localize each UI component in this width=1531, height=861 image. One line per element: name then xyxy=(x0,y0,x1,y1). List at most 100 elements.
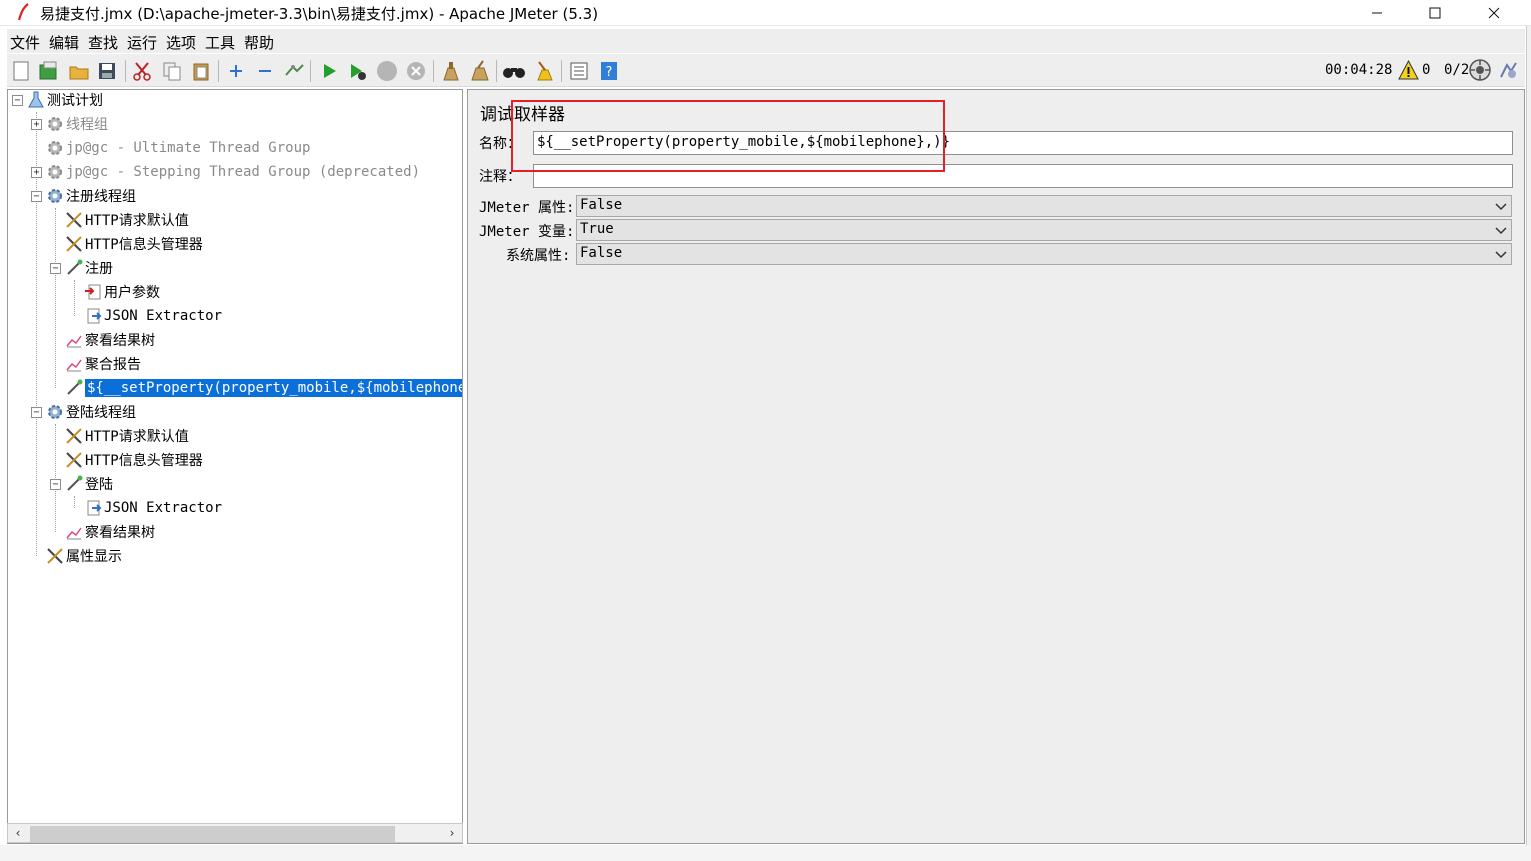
jmeter-properties-select[interactable]: False xyxy=(576,195,1512,217)
toolbar-separator xyxy=(125,60,126,82)
tree-node-aggregate-report[interactable]: 聚合报告 xyxy=(65,353,141,375)
toolbar-separator xyxy=(218,60,219,82)
menu-bar: 文件 编辑 查找 运行 选项 工具 帮助 xyxy=(7,29,1525,53)
tree-node-register-sampler[interactable]: 注册 xyxy=(65,257,113,279)
play-no-timers-icon xyxy=(351,64,366,80)
menu-run[interactable]: 运行 xyxy=(127,32,157,53)
scroll-right-arrow-icon[interactable]: › xyxy=(444,825,460,841)
warning-icon[interactable] xyxy=(1398,60,1419,80)
background-window-strip xyxy=(0,845,1531,861)
tree-node-view-results-tree[interactable]: 察看结果树 xyxy=(65,329,155,351)
jmeter-properties-label: JMeter 属性: xyxy=(479,200,575,216)
tree-node-http-header-manager[interactable]: HTTP信息头管理器 xyxy=(65,233,203,255)
menu-file[interactable]: 文件 xyxy=(10,32,40,53)
log-viewer-icon[interactable] xyxy=(1497,59,1519,81)
toolbar: ? 00:04:28 0 0/2 xyxy=(7,54,1525,87)
wrench-icon xyxy=(65,451,83,469)
tree-node-stepping-thread-group[interactable]: jp@gc - Stepping Thread Group (deprecate… xyxy=(46,161,420,183)
tree-node-debug-sampler[interactable]: ${__setProperty(property_mobile,${mobile… xyxy=(65,377,462,399)
tree-node-http-defaults[interactable]: HTTP请求默认值 xyxy=(65,209,189,231)
tree-node-register-thread-group[interactable]: 注册线程组 xyxy=(46,185,136,207)
collapse-toggle[interactable]: − xyxy=(31,191,42,202)
broom-icon xyxy=(443,62,459,81)
open-button[interactable] xyxy=(67,59,91,83)
tree-node-login-sampler[interactable]: 登陆 xyxy=(65,473,113,495)
templates-button[interactable] xyxy=(37,59,61,83)
tree-node-http-defaults[interactable]: HTTP请求默认值 xyxy=(65,425,189,447)
minus-icon xyxy=(259,70,271,72)
minimize-icon xyxy=(1372,12,1382,14)
gear-icon xyxy=(46,139,64,157)
copy-button[interactable] xyxy=(160,59,184,83)
menu-search[interactable]: 查找 xyxy=(88,32,118,53)
tree-node-ultimate-thread-group[interactable]: jp@gc - Ultimate Thread Group xyxy=(46,137,310,159)
tree-horizontal-scrollbar[interactable]: ‹ › xyxy=(7,823,463,843)
paste-button[interactable] xyxy=(189,59,213,83)
annotation-highlight-box xyxy=(511,100,945,172)
scroll-left-arrow-icon[interactable]: ‹ xyxy=(10,825,26,841)
cut-icon xyxy=(133,62,151,81)
collapse-toggle[interactable]: − xyxy=(50,479,61,490)
search-button[interactable] xyxy=(502,59,526,83)
expand-toggle[interactable]: + xyxy=(31,119,42,130)
collapse-button[interactable] xyxy=(253,59,277,83)
tree-node-json-extractor[interactable]: JSON Extractor xyxy=(84,305,222,327)
collapse-toggle[interactable]: − xyxy=(12,95,23,106)
stop-icon xyxy=(377,61,397,81)
tree-node-json-extractor[interactable]: JSON Extractor xyxy=(84,497,222,519)
menu-help[interactable]: 帮助 xyxy=(244,32,274,53)
save-icon xyxy=(99,63,115,79)
minimize-button[interactable] xyxy=(1348,0,1406,26)
gear-icon xyxy=(46,163,64,181)
toggle-button[interactable] xyxy=(282,59,306,83)
remote-status-icon[interactable] xyxy=(1469,59,1491,81)
expand-button[interactable] xyxy=(224,59,248,83)
clear-button[interactable] xyxy=(438,59,462,83)
close-button[interactable] xyxy=(1465,0,1523,26)
maximize-icon xyxy=(1429,7,1441,19)
shutdown-icon xyxy=(407,62,425,80)
tree-node-login-thread-group[interactable]: 登陆线程组 xyxy=(46,401,136,423)
start-button[interactable] xyxy=(317,59,341,83)
maximize-button[interactable] xyxy=(1406,0,1464,26)
collapse-toggle[interactable]: − xyxy=(31,407,42,418)
system-properties-select[interactable]: False xyxy=(576,243,1512,265)
tree-node-user-parameters[interactable]: 用户参数 xyxy=(84,281,160,303)
save-button[interactable] xyxy=(95,59,119,83)
preprocessor-icon xyxy=(84,283,102,301)
clear-all-button[interactable] xyxy=(467,59,491,83)
chevron-down-icon xyxy=(1495,251,1507,259)
wrench-icon xyxy=(65,235,83,253)
tree-node-http-header-manager[interactable]: HTTP信息头管理器 xyxy=(65,449,203,471)
tree-node-test-plan[interactable]: 测试计划 xyxy=(27,90,103,111)
expand-toggle[interactable]: + xyxy=(31,167,42,178)
reset-search-button[interactable] xyxy=(532,59,556,83)
system-properties-label: 系统属性: xyxy=(506,248,571,264)
jmeter-variables-select[interactable]: True xyxy=(576,219,1512,241)
tree-node-thread-group[interactable]: 线程组 xyxy=(46,113,108,135)
cut-button[interactable] xyxy=(130,59,154,83)
list-icon xyxy=(570,62,588,80)
toolbar-separator xyxy=(496,60,497,82)
tree-connector xyxy=(74,280,75,316)
help-button[interactable]: ? xyxy=(597,59,621,83)
stop-button[interactable] xyxy=(375,59,399,83)
system-properties-value: False xyxy=(580,245,623,261)
menu-tools[interactable]: 工具 xyxy=(205,32,235,53)
gear-icon xyxy=(46,187,64,205)
pipette-icon xyxy=(65,475,83,493)
tree-connector xyxy=(74,496,75,508)
tree-node-property-display[interactable]: 属性显示 xyxy=(46,545,122,567)
shutdown-button[interactable] xyxy=(404,59,428,83)
menu-options[interactable]: 选项 xyxy=(166,32,196,53)
function-helper-button[interactable] xyxy=(567,59,591,83)
templates-icon xyxy=(39,61,57,80)
menu-edit[interactable]: 编辑 xyxy=(49,32,79,53)
test-plan-tree[interactable]: − 测试计划 + 线程组 jp@gc - Ultimate Thread Gro… xyxy=(7,89,463,844)
new-button[interactable] xyxy=(9,59,33,83)
postprocessor-icon xyxy=(84,499,102,517)
start-no-pause-button[interactable] xyxy=(345,59,369,83)
tree-node-view-results-tree[interactable]: 察看结果树 xyxy=(65,521,155,543)
scrollbar-thumb[interactable] xyxy=(30,826,395,842)
collapse-toggle[interactable]: − xyxy=(50,263,61,274)
